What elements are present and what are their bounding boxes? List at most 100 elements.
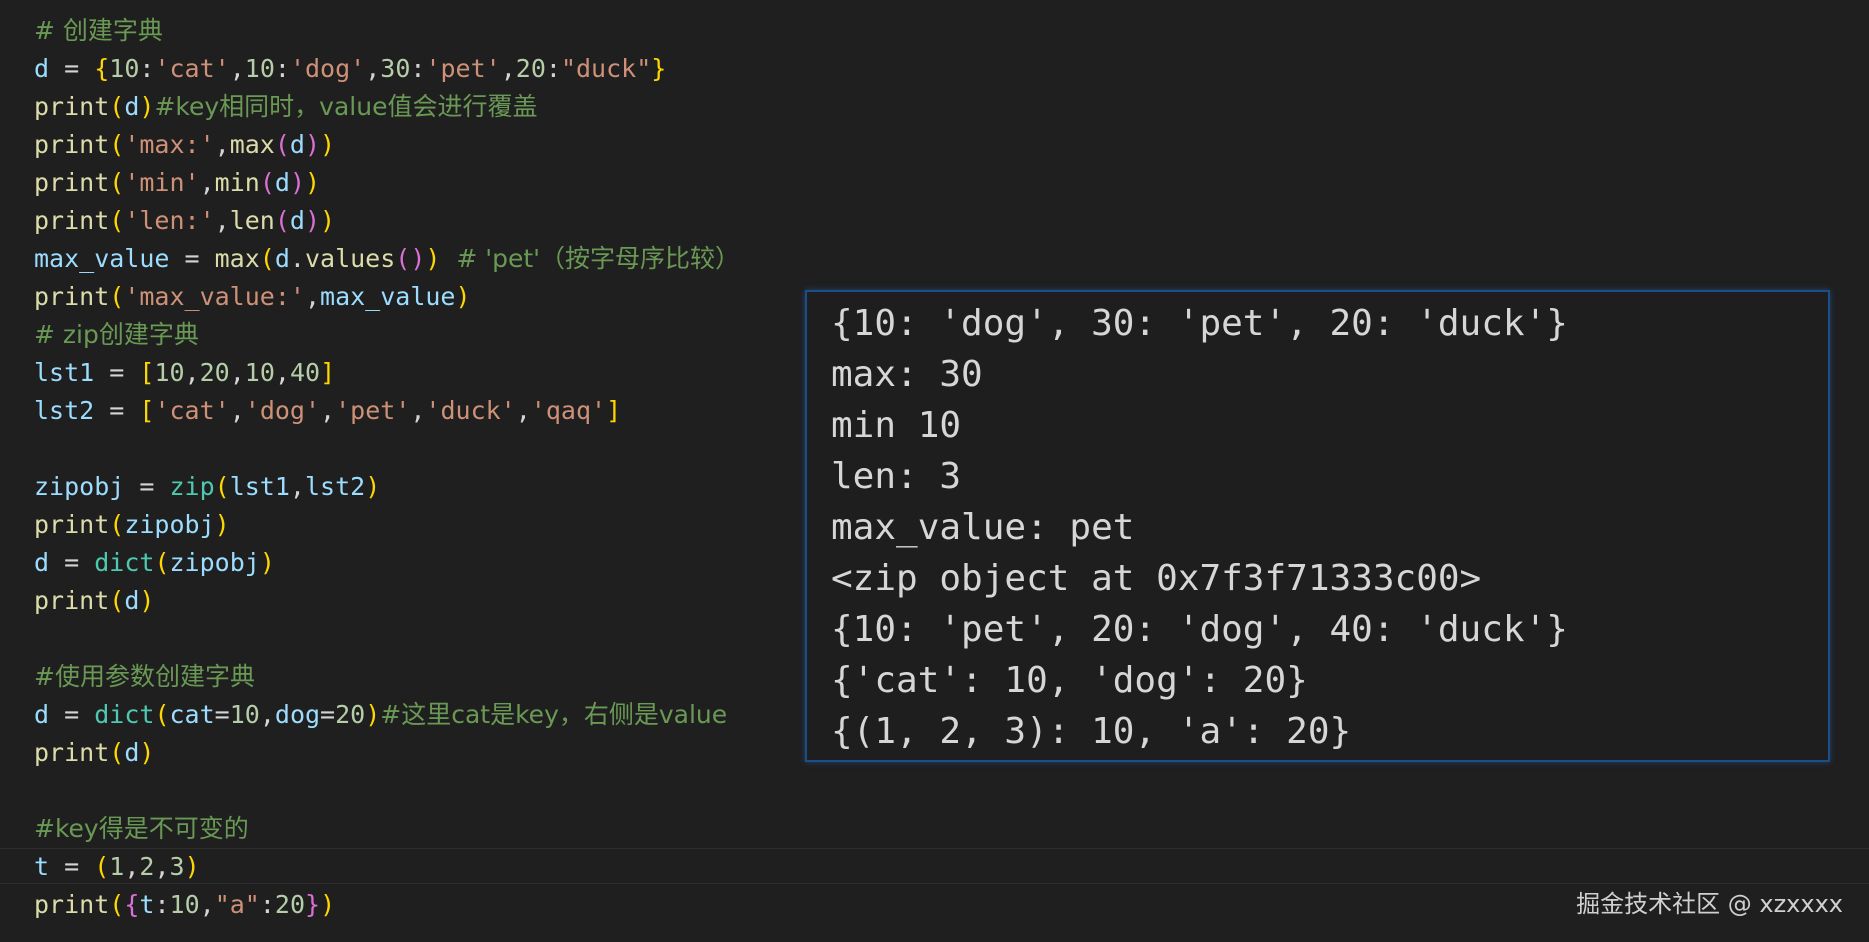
code-token: # zip创建字典 xyxy=(34,320,199,349)
code-token: dict xyxy=(94,548,155,577)
code-line[interactable]: d = {10:'cat',10:'dog',30:'pet',20:"duck… xyxy=(34,50,666,88)
code-line[interactable]: #key得是不可变的 xyxy=(34,810,249,848)
code-token: 10 xyxy=(229,700,260,729)
code-token: = xyxy=(320,700,336,729)
code-token: ( xyxy=(259,168,275,197)
code-token: ) xyxy=(425,244,441,273)
code-token: 20 xyxy=(335,700,366,729)
code-token: 'duck' xyxy=(425,396,516,425)
code-token: , xyxy=(365,54,381,83)
code-token: ) xyxy=(320,206,336,235)
code-token: () xyxy=(395,244,426,273)
code-line[interactable]: max_value = max(d.values()) # 'pet'（按字母序… xyxy=(34,240,740,278)
code-line[interactable]: print(d) xyxy=(34,734,154,772)
code-token: d xyxy=(34,548,50,577)
code-token: print xyxy=(34,738,110,767)
output-line: max: 30 xyxy=(831,354,983,395)
code-line[interactable]: print('len:',len(d)) xyxy=(34,202,335,240)
code-line[interactable]: print(d) xyxy=(34,582,154,620)
code-line[interactable]: print(d)#key相同时，value值会进行覆盖 xyxy=(34,88,537,126)
code-token: ( xyxy=(109,586,125,615)
code-token: 10 xyxy=(244,358,275,387)
code-token: ) xyxy=(304,206,321,235)
code-token: , xyxy=(410,396,426,425)
code-line[interactable]: print('max_value:',max_value) xyxy=(34,278,471,316)
code-token: , xyxy=(214,206,230,235)
code-token: max_value xyxy=(320,282,456,311)
code-token: 'len:' xyxy=(124,206,215,235)
code-token: , xyxy=(199,890,215,919)
code-token: ( xyxy=(109,738,125,767)
code-token: , xyxy=(124,852,140,881)
code-token: 2 xyxy=(139,852,155,881)
code-line[interactable]: print({t:10,"a":20}) xyxy=(34,886,335,924)
code-token: ( xyxy=(109,92,125,121)
code-token: ( xyxy=(109,168,125,197)
code-token: 'cat' xyxy=(154,54,230,83)
code-token: max xyxy=(229,130,275,159)
code-token: 'qaq' xyxy=(530,396,607,425)
code-line[interactable]: t = (1,2,3) xyxy=(34,848,200,886)
code-token: "a" xyxy=(214,890,260,919)
code-token: , xyxy=(154,852,170,881)
code-token: , xyxy=(274,358,290,387)
code-line[interactable]: # 创建字典 xyxy=(34,12,163,50)
code-line[interactable]: print('min',min(d)) xyxy=(34,164,320,202)
code-token: t xyxy=(34,852,50,881)
code-token: d xyxy=(289,130,305,159)
code-token: { xyxy=(94,54,110,83)
code-token: ( xyxy=(109,206,125,235)
code-token: d xyxy=(124,586,140,615)
code-token: dict xyxy=(94,700,155,729)
code-token: #key相同时，value值会进行覆盖 xyxy=(154,92,538,121)
code-token: = xyxy=(124,472,170,501)
code-token: = xyxy=(49,548,95,577)
code-line[interactable]: lst1 = [10,20,10,40] xyxy=(34,354,335,392)
code-token: : xyxy=(410,54,426,83)
code-token: ( xyxy=(109,282,125,311)
scrolled-line-fragment: ' xyxy=(22,0,44,7)
code-token: ) xyxy=(365,472,381,501)
code-line[interactable]: #使用参数创建字典 xyxy=(34,658,255,696)
code-token: ) xyxy=(139,92,155,121)
code-token: print xyxy=(34,510,110,539)
code-token: = xyxy=(49,54,95,83)
code-line[interactable]: # zip创建字典 xyxy=(34,316,199,354)
code-line[interactable]: print(zipobj) xyxy=(34,506,230,544)
code-token: : xyxy=(154,890,170,919)
code-token: min xyxy=(214,168,260,197)
code-token: ( xyxy=(259,244,275,273)
code-token: = xyxy=(94,396,140,425)
code-token: ) xyxy=(304,130,321,159)
code-token: d xyxy=(274,168,290,197)
code-token: 10 xyxy=(244,54,275,83)
code-token: 'dog' xyxy=(244,396,321,425)
output-line: <zip object at 0x7f3f71333c00> xyxy=(831,558,1482,599)
code-token: = xyxy=(49,700,95,729)
code-token: 10 xyxy=(109,54,140,83)
code-token: ) xyxy=(214,510,230,539)
code-token: d xyxy=(34,700,50,729)
code-token: #这里cat是key，右侧是value xyxy=(380,700,728,729)
code-token: ( xyxy=(274,206,290,235)
code-token: , xyxy=(229,54,245,83)
code-token: ( xyxy=(109,890,125,919)
code-token: , xyxy=(259,700,275,729)
code-token: ) xyxy=(305,168,321,197)
code-line[interactable]: zipobj = zip(lst1,lst2) xyxy=(34,468,380,506)
code-token: #使用参数创建字典 xyxy=(34,662,255,691)
code-line[interactable]: d = dict(zipobj) xyxy=(34,544,275,582)
code-line[interactable]: d = dict(cat=10,dog=20)#这里cat是key，右侧是val… xyxy=(34,696,727,734)
code-token: d xyxy=(289,206,305,235)
code-token: ) xyxy=(259,548,275,577)
code-line[interactable]: print('max:',max(d)) xyxy=(34,126,335,164)
code-token: = xyxy=(169,244,215,273)
code-token: lst2 xyxy=(34,396,95,425)
code-token: , xyxy=(320,396,336,425)
code-line[interactable]: lst2 = ['cat','dog','pet','duck','qaq'] xyxy=(34,392,621,430)
code-token: ) xyxy=(365,700,381,729)
code-token: d xyxy=(124,738,140,767)
code-token: lst1 xyxy=(34,358,95,387)
code-token: : xyxy=(545,54,561,83)
code-token: 10 xyxy=(169,890,200,919)
